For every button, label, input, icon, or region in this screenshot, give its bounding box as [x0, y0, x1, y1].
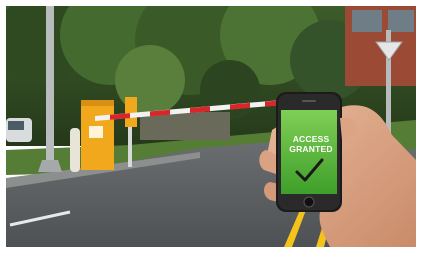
- photo-scene: [0, 0, 422, 253]
- hedge: [140, 112, 230, 140]
- phone-line-2: GRANTED: [289, 144, 333, 154]
- phone-line-1: ACCESS: [292, 134, 330, 144]
- pole-base: [38, 160, 62, 172]
- lamp-pole: [46, 6, 54, 171]
- access-granted-text: ACCESS GRANTED: [283, 134, 339, 154]
- bollard: [70, 128, 80, 172]
- barrier-post: [81, 100, 114, 170]
- parked-car: [6, 118, 32, 142]
- home-button: [303, 196, 315, 208]
- barrier-support: [128, 127, 132, 167]
- barrier-post-2: [125, 97, 137, 127]
